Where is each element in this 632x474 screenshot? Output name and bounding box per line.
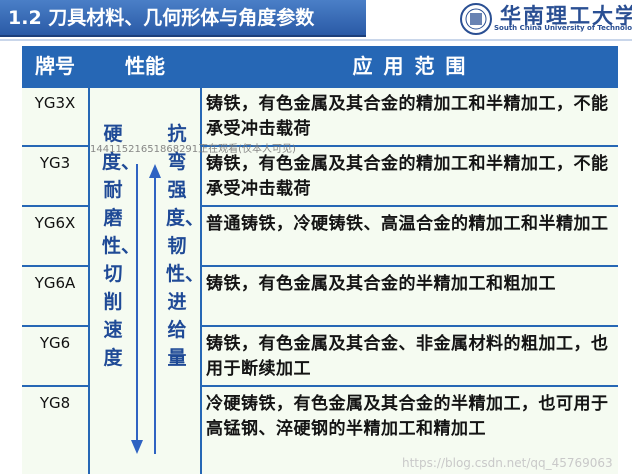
row-divider (22, 325, 88, 327)
application-text: 普通铸铁，冷硬铸铁、高温合金的精加工和半精加工 (206, 214, 609, 234)
application-text: 冷硬铸铁，有色金属及其合金的半精加工，也可用于高锰钢、淬硬钢的半精加工和精加工 (206, 394, 609, 439)
row-divider (202, 265, 618, 267)
header-performance: 性能 (90, 46, 200, 86)
university-emblem-icon (460, 3, 492, 35)
grade-label: YG8 (39, 394, 71, 412)
carbide-grade-table: 牌号 性能 应 用 范 围 YG3X YG3 YG6X YG6A YG6 YG8… (22, 46, 618, 474)
column-divider (200, 46, 202, 474)
application-text: 铸铁，有色金属及其合金的精加工和半精加工，不能承受冲击载荷 (206, 154, 609, 199)
grade-label: YG6 (39, 334, 71, 352)
header-application: 应 用 范 围 (202, 46, 618, 86)
viewer-watermark: 14411521651868291正在观看(仅本人可见) (90, 144, 296, 155)
header-grade: 牌号 (22, 46, 88, 86)
grade-label: YG3X (34, 94, 76, 112)
grade-label: YG6X (34, 214, 76, 232)
application-text: 铸铁，有色金属及其合金的半精加工和粗加工 (206, 274, 556, 294)
header-divider (0, 39, 632, 41)
performance-right-text: 抗弯强度、韧性、进给量 (166, 123, 205, 369)
row-divider (22, 145, 88, 147)
grade-label: YG6A (34, 274, 76, 292)
university-logo: 华南理工大学 South China University of Technol… (458, 0, 632, 37)
row-divider (202, 325, 618, 327)
slide-title: 1.2 刀具材料、几何形体与角度参数 (0, 0, 366, 37)
csdn-watermark: https://blog.csdn.net/qq_45769063 (402, 456, 613, 470)
performance-left-text: 硬度、耐磨性、切削速度 (102, 123, 141, 369)
row-divider (202, 385, 618, 387)
column-divider (88, 46, 90, 474)
grade-label: YG3 (39, 154, 71, 172)
arrow-down-icon (131, 164, 143, 454)
application-text: 铸铁，有色金属及其合金的精加工和半精加工，不能承受冲击载荷 (206, 94, 609, 139)
row-divider (22, 265, 88, 267)
row-divider (22, 385, 88, 387)
arrow-up-icon (149, 164, 161, 454)
row-divider (22, 205, 88, 207)
row-divider (202, 205, 618, 207)
header-divider-line (22, 86, 618, 88)
university-name-en: South China University of Technology (494, 24, 632, 32)
application-text: 铸铁，有色金属及其合金、非金属材料的粗加工，也用于断续加工 (206, 334, 609, 379)
